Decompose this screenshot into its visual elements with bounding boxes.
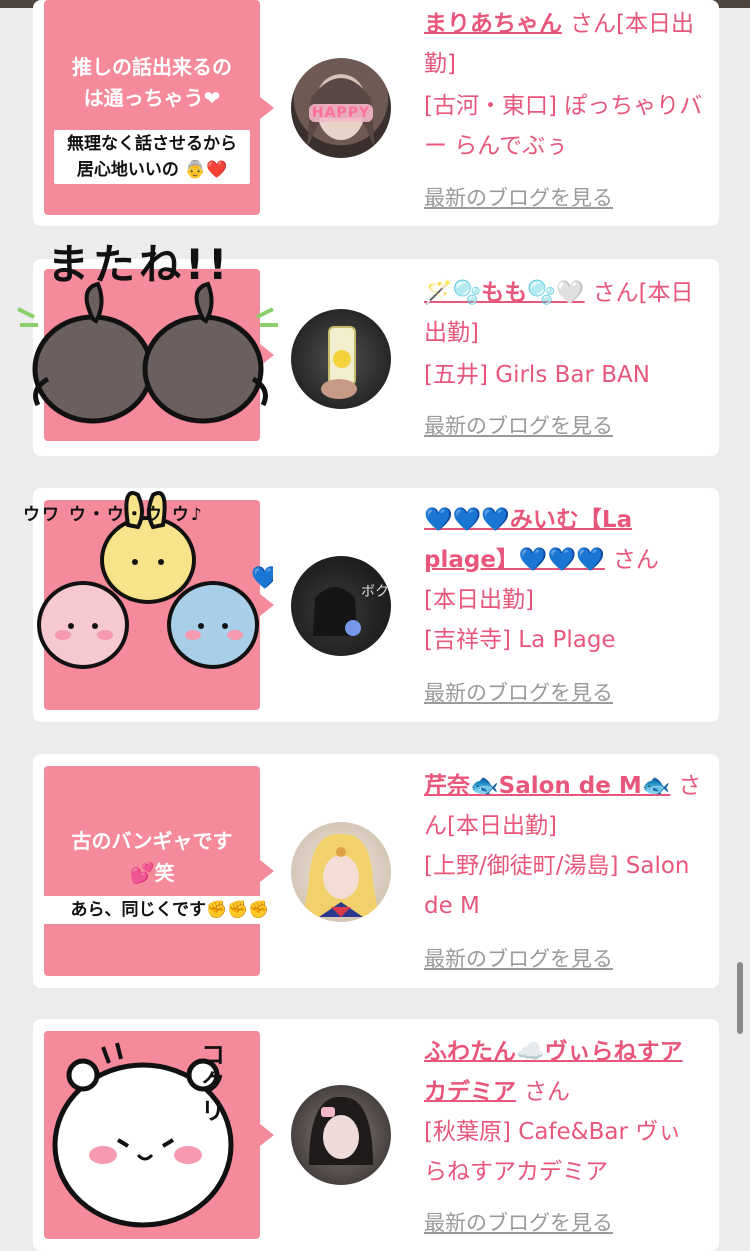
cast-info: ふわたん☁️ヴぃらねすアカデミア さん [秋葉原] Cafe&Bar ヴぃらねすア… <box>424 1032 704 1192</box>
cast-name-link[interactable]: 芹奈🐟Salon de M🐟 <box>424 773 670 799</box>
shop-text: [古河・東口] ぽっちゃりバー らんでぶぅ <box>424 93 703 159</box>
cast-card[interactable]: 推しの話出来るの は通っちゃう❤ 無理なく話させるから 居心地いいの 👵❤️ H… <box>33 0 719 226</box>
cast-info: 💙💙💙みいむ【La plage】💙💙💙 さん [本日出勤] [吉祥寺] La Pl… <box>424 500 704 660</box>
avatar-caption: HAPPY <box>311 105 371 121</box>
bubble-line: 💕笑 <box>129 861 175 885</box>
avatar-image: ボク <box>313 584 389 636</box>
svg-text:ボク: ボク <box>361 584 389 600</box>
cast-name-link[interactable]: 🪄🫧もも🫧🤍 <box>424 280 585 306</box>
avatar[interactable]: HAPPY <box>291 58 391 158</box>
scrollbar-thumb[interactable] <box>737 962 743 1034</box>
cast-card[interactable]: コクリ ふわたん☁️ヴぃらねすアカデミア さん [秋葉原] Cafe&Bar ヴぃ… <box>33 1019 719 1251</box>
sticker-caption: コクリ <box>201 1041 225 1125</box>
avatar[interactable] <box>291 822 391 922</box>
bubble-caption-line: 無理なく話させるから <box>67 134 237 154</box>
cast-card[interactable]: またね!! 🪄🫧もも🫧🤍 さん[本日出勤] [五井] Girls Bar BAN … <box>17 240 719 456</box>
shop-text: [秋葉原] Cafe&Bar ヴぃらねすアカデミア <box>424 1119 682 1185</box>
cast-info: まりあちゃん さん[本日出勤] [古河・東口] ぽっちゃりバー らんでぶぅ <box>424 4 704 166</box>
cast-card[interactable]: 💙 ウワ ウ・ウ・ウ ウ♪ ボク 💙💙💙みいむ【La plage】💙💙💙 さん [… <box>23 488 719 722</box>
cast-info: 芹奈🐟Salon de M🐟 さん[本日出勤] [上野/御徒町/湯島] Salon… <box>424 766 704 926</box>
shop-text: [吉祥寺] La Plage <box>424 627 616 653</box>
white-bear-sticker <box>52 1042 234 1228</box>
message-bubble: 古のバンギャです 💕笑 <box>44 766 260 976</box>
honorific: さん <box>612 547 659 573</box>
cast-name-link[interactable]: 💙💙💙みいむ【La plage】💙💙💙 <box>424 507 632 573</box>
avatar-image <box>309 1096 373 1165</box>
shop-text: [五井] Girls Bar BAN <box>424 362 650 388</box>
cast-card[interactable]: 古のバンギャです 💕笑 あら、同じくです✊✊✊ 芹奈🐟Salon de M🐟 さん… <box>33 754 719 988</box>
blog-link[interactable]: 最新のブログを見る <box>424 182 613 212</box>
status-text: [本日出勤] <box>424 587 534 613</box>
avatar[interactable] <box>291 309 391 409</box>
blog-link[interactable]: 最新のブログを見る <box>424 677 613 707</box>
message-bubble: 推しの話出来るの は通っちゃう❤ 無理なく話させるから 居心地いいの 👵❤️ <box>44 0 260 215</box>
honorific: さん <box>570 11 616 37</box>
avatar[interactable] <box>291 1085 391 1185</box>
honorific: さん <box>524 1079 570 1105</box>
sticker-caption: ウワ ウ・ウ・ウ ウ♪ <box>23 505 204 525</box>
cast-name-link[interactable]: まりあちゃん <box>424 11 562 37</box>
sticker-caption: またね!! <box>47 240 232 289</box>
bubble-caption-line: 居心地いいの 👵❤️ <box>76 160 228 180</box>
avatar[interactable]: ボク <box>291 556 391 656</box>
bubble-caption: あら、同じくです✊✊✊ <box>37 896 303 924</box>
blog-link[interactable]: 最新のブログを見る <box>424 1207 613 1237</box>
cast-info: 🪄🫧もも🫧🤍 さん[本日出勤] [五井] Girls Bar BAN <box>424 273 704 395</box>
status-text: [本日出勤] <box>447 813 557 839</box>
bubble-caption: 無理なく話させるから 居心地いいの 👵❤️ <box>54 130 250 184</box>
bubble-line: 推しの話出来るの <box>72 55 232 79</box>
blog-link[interactable]: 最新のブログを見る <box>424 943 613 973</box>
blog-link[interactable]: 最新のブログを見る <box>424 410 613 440</box>
avatar-image <box>303 833 379 917</box>
honorific: さん <box>592 280 639 306</box>
svg-text:💙: 💙 <box>251 565 273 591</box>
bubble-line: は通っちゃう❤ <box>83 86 221 110</box>
bubble-line: 古のバンギャです <box>71 829 233 853</box>
shop-text: [上野/御徒町/湯島] Salon de M <box>424 853 690 919</box>
avatar-image <box>321 326 357 399</box>
